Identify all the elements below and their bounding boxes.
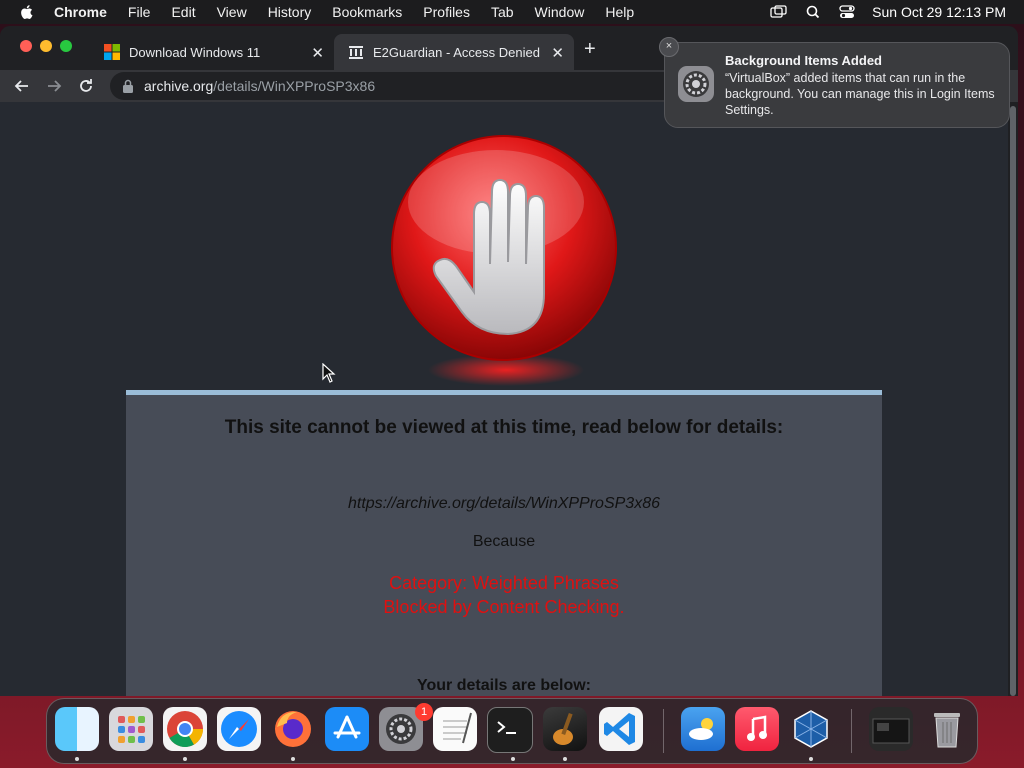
app-store-icon[interactable] (325, 707, 369, 751)
menu-help[interactable]: Help (605, 4, 634, 20)
window-controls (20, 40, 72, 52)
trash-icon[interactable] (925, 707, 969, 751)
menu-window[interactable]: Window (535, 4, 585, 20)
dock-separator (663, 709, 664, 753)
running-indicator (563, 757, 567, 761)
zoom-window-button[interactable] (60, 40, 72, 52)
page-viewport: This site cannot be viewed at this time,… (0, 102, 1008, 696)
menu-bar-clock[interactable]: Sun Oct 29 12:13 PM (872, 4, 1006, 20)
close-window-button[interactable] (20, 40, 32, 52)
vscode-icon[interactable] (599, 707, 643, 751)
running-indicator (809, 757, 813, 761)
menu-bar: Chrome File Edit View History Bookmarks … (0, 0, 1024, 24)
dock-separator (851, 709, 852, 753)
archive-building-icon (349, 46, 363, 59)
address-path: /details/WinXPProSP3x86 (213, 78, 376, 94)
scrollbar-thumb[interactable] (1010, 106, 1016, 696)
firefox-icon[interactable] (271, 707, 315, 751)
finder-icon[interactable] (55, 707, 99, 751)
running-indicator (75, 757, 79, 761)
new-tab-button[interactable]: + (584, 39, 596, 59)
notification-badge: 1 (415, 703, 433, 721)
menu-app-name[interactable]: Chrome (54, 4, 107, 20)
launchpad-icon[interactable] (109, 707, 153, 751)
notification-title: Background Items Added (725, 53, 882, 68)
terminal-icon[interactable] (487, 707, 533, 753)
running-indicator (511, 757, 515, 761)
weather-icon[interactable] (681, 707, 725, 751)
textedit-icon[interactable] (433, 707, 477, 751)
tab-e2guardian[interactable]: E2Guardian - Access Denied ✕ (334, 34, 574, 70)
close-tab-icon[interactable]: ✕ (311, 44, 324, 62)
menu-view[interactable]: View (217, 4, 247, 20)
safari-icon[interactable] (217, 707, 261, 751)
chrome-icon[interactable] (163, 707, 207, 751)
notification-banner[interactable]: × Background Items Added “VirtualBox” ad… (659, 37, 1010, 128)
menu-history[interactable]: History (268, 4, 312, 20)
menu-tab[interactable]: Tab (491, 4, 514, 20)
running-indicator (291, 757, 295, 761)
block-category: Category: Weighted Phrases (389, 573, 619, 593)
back-arrow-icon[interactable] (12, 76, 32, 96)
lock-icon[interactable] (122, 79, 134, 93)
tab-title: Download Windows 11 (129, 44, 261, 60)
blocked-url: https://archive.org/details/WinXPProSP3x… (347, 495, 660, 512)
address-bar[interactable]: archive.org/details/WinXPProSP3x86 (110, 72, 690, 100)
because-label: Because (472, 533, 536, 550)
menu-edit[interactable]: Edit (171, 4, 195, 20)
apple-menu-icon[interactable] (18, 3, 36, 21)
menu-profiles[interactable]: Profiles (423, 4, 470, 20)
spotlight-search-icon[interactable] (804, 5, 822, 19)
address-host: archive.org (144, 78, 214, 94)
close-tab-icon[interactable]: ✕ (551, 44, 564, 62)
block-reason: Blocked by Content Checking. (383, 597, 625, 617)
garageband-icon[interactable] (543, 707, 587, 751)
page-heading: This site cannot be viewed at this time,… (224, 417, 784, 438)
menu-bookmarks[interactable]: Bookmarks (332, 4, 402, 20)
virtualbox-icon[interactable] (789, 707, 833, 751)
control-center-icon[interactable] (838, 5, 856, 19)
forward-arrow-icon[interactable] (44, 76, 64, 96)
screen-mirroring-icon[interactable] (770, 5, 788, 19)
mouse-cursor-icon (322, 363, 336, 383)
details-heading: Your details are below: (417, 677, 591, 694)
tab-title: E2Guardian - Access Denied (373, 44, 540, 60)
menu-file[interactable]: File (128, 4, 151, 20)
access-denied-panel: This site cannot be viewed at this time,… (126, 390, 882, 696)
dock: 1 (46, 698, 978, 764)
music-icon[interactable] (735, 707, 779, 751)
notification-body: “VirtualBox” added items that can run in… (725, 71, 995, 117)
system-settings-gear-icon (678, 66, 714, 102)
running-indicator (183, 757, 187, 761)
reload-icon[interactable] (76, 76, 96, 96)
stop-hand-icon (391, 135, 617, 386)
tab-download-windows[interactable]: Download Windows 11 ✕ (90, 34, 334, 70)
notification-close-button[interactable]: × (659, 37, 679, 57)
screenshot-folder-icon[interactable] (869, 707, 913, 751)
microsoft-logo-icon (104, 44, 120, 60)
minimize-window-button[interactable] (40, 40, 52, 52)
